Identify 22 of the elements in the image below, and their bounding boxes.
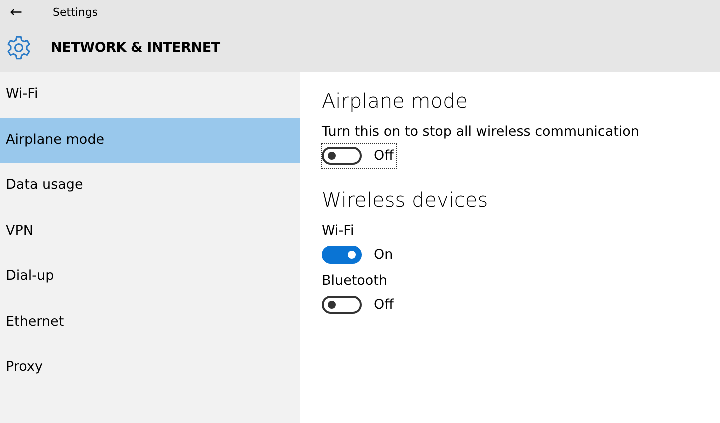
sidebar-item[interactable]: Ethernet bbox=[0, 300, 300, 345]
sidebar-item[interactable]: Wi-Fi bbox=[0, 72, 300, 118]
toggle-state: Off bbox=[374, 297, 394, 313]
sidebar-item[interactable]: VPN bbox=[0, 208, 300, 254]
toggle-switch[interactable] bbox=[322, 147, 362, 165]
toggle-state: On bbox=[374, 247, 394, 263]
setting-label: Bluetooth bbox=[322, 273, 389, 289]
section-heading: Wireless devices bbox=[322, 188, 490, 212]
section-heading: Airplane mode bbox=[322, 89, 470, 113]
setting-label: Wi-Fi bbox=[322, 223, 356, 239]
settings-icon bbox=[6, 35, 32, 61]
sidebar-item[interactable]: Data usage bbox=[0, 163, 300, 208]
toggle-switch[interactable] bbox=[322, 246, 362, 264]
toggle-state: Off bbox=[374, 148, 394, 164]
page-heading: NETWORK & INTERNET bbox=[51, 40, 220, 56]
sidebar-item[interactable]: Proxy bbox=[0, 345, 300, 390]
window-title: Settings bbox=[53, 6, 98, 18]
back-button[interactable]: ← bbox=[10, 3, 40, 21]
toggle-switch[interactable] bbox=[322, 296, 362, 314]
setting-label: Turn this on to stop all wireless communication bbox=[322, 124, 640, 140]
sidebar-item[interactable]: Airplane mode bbox=[0, 118, 300, 163]
sidebar-item[interactable]: Dial-up bbox=[0, 254, 300, 300]
